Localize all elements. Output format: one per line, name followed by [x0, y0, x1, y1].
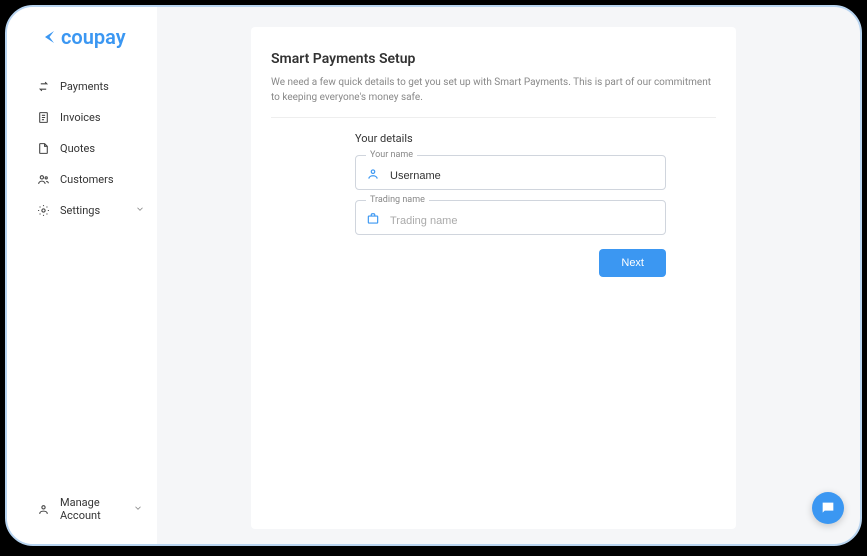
logo-icon [39, 27, 57, 47]
business-icon [366, 211, 380, 225]
your-name-field[interactable]: Your name [355, 155, 666, 190]
form-actions: Next [271, 249, 716, 277]
chevron-down-icon [133, 503, 143, 516]
nav-label: Quotes [60, 142, 95, 155]
transfer-icon [37, 80, 50, 93]
logo-text: coupay [61, 25, 126, 49]
field-label: Trading name [366, 195, 429, 205]
nav-label: Settings [60, 204, 100, 217]
next-button[interactable]: Next [599, 249, 666, 277]
sidebar-item-manage-account[interactable]: Manage Account [7, 486, 157, 532]
sidebar-item-settings[interactable]: Settings [7, 195, 157, 226]
main-content: Smart Payments Setup We need a few quick… [157, 7, 860, 544]
nav-label: Invoices [60, 111, 101, 124]
chevron-down-icon [135, 204, 145, 217]
file-icon [37, 142, 50, 155]
trading-name-input[interactable] [390, 215, 655, 227]
nav-label: Payments [60, 80, 109, 93]
nav-label: Manage Account [60, 496, 123, 522]
sidebar-item-customers[interactable]: Customers [7, 164, 157, 195]
field-label: Your name [366, 150, 417, 160]
app-frame: coupay Payments Invoices Quotes Customer… [5, 5, 862, 546]
trading-name-field[interactable]: Trading name [355, 200, 666, 235]
nav-label: Customers [60, 173, 114, 186]
gear-icon [37, 204, 50, 217]
form-area: Your details Your name Trading name [271, 132, 716, 235]
chat-button[interactable] [812, 492, 844, 524]
sidebar-item-quotes[interactable]: Quotes [7, 133, 157, 164]
your-name-input[interactable] [390, 170, 655, 182]
nav: Payments Invoices Quotes Customers Setti… [7, 71, 157, 486]
sidebar: coupay Payments Invoices Quotes Customer… [7, 7, 157, 544]
page-title: Smart Payments Setup [271, 51, 716, 67]
logo: coupay [7, 25, 157, 71]
setup-card: Smart Payments Setup We need a few quick… [251, 27, 736, 529]
sidebar-item-payments[interactable]: Payments [7, 71, 157, 102]
people-icon [37, 173, 50, 186]
page-subtitle: We need a few quick details to get you s… [271, 75, 716, 118]
sidebar-item-invoices[interactable]: Invoices [7, 102, 157, 133]
person-icon [366, 166, 380, 180]
document-icon [37, 111, 50, 124]
chat-icon [820, 500, 836, 516]
person-icon [37, 503, 50, 516]
section-title: Your details [355, 132, 666, 145]
